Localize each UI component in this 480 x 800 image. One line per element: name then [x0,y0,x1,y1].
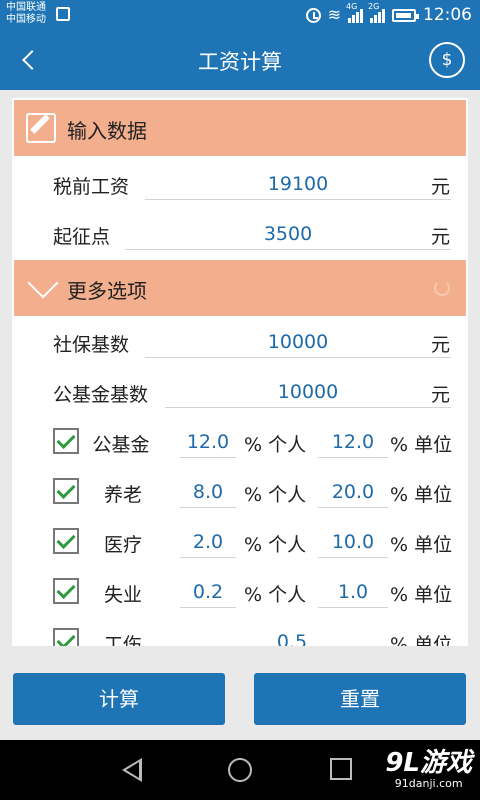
salary-row: 税前工资 19100 元 [12,164,468,204]
carrier-1: 中国联通 [6,2,46,13]
unemployment-checkbox[interactable] [53,578,79,604]
company-rate-input[interactable]: 12.0 [318,426,388,458]
alarm-icon [305,7,321,23]
salary-input[interactable]: 19100 [145,168,451,200]
personal-rate-unit: % 个人 [244,434,307,456]
network-type-1: 4G [346,2,358,11]
salary-unit: 元 [431,176,451,198]
status-time: 12:06 [423,5,472,25]
more-options-title: 更多选项 [67,279,147,303]
chevron-down-icon [27,267,59,299]
insurance-name: 失业 [103,584,142,606]
fund-base-row: 公基金基数 10000 元 [12,372,468,412]
wifi-icon: ≋ [327,5,341,24]
pension-checkbox[interactable] [53,478,79,504]
insurance-row-unemployment: 失业 0.2 % 个人 1.0 % 单位 [12,572,468,612]
app-bar: 工资计算 $ [0,30,480,90]
company-rate-unit: % 单位 [390,634,453,646]
refresh-icon[interactable] [434,280,450,296]
status-bar: 中国联通 中国移动 ≋ 4G 2G 12:06 [0,0,480,30]
company-rate-input[interactable]: 0.5 [242,626,342,646]
calculator-form: 输入数据 税前工资 19100 元 起征点 3500 元 更多选项 社保基数 1… [12,98,468,646]
injury-checkbox[interactable] [53,628,79,646]
reset-button[interactable]: 重置 [254,673,466,725]
personal-rate-input[interactable]: 8.0 [180,476,236,508]
signal-2-icon: 2G [368,2,385,23]
input-section-header: 输入数据 [14,100,466,156]
personal-rate-unit: % 个人 [244,584,307,606]
edit-icon [26,113,56,143]
network-type-2: 2G [368,2,380,11]
fund-base-label: 公基金基数 [53,384,149,406]
company-rate-unit: % 单位 [390,534,453,556]
company-rate-input[interactable]: 10.0 [318,526,388,558]
status-icons: ≋ 4G 2G 12:06 [305,2,472,27]
more-options-header[interactable]: 更多选项 [14,260,466,316]
threshold-label: 起征点 [53,226,111,248]
social-base-row: 社保基数 10000 元 [12,322,468,362]
nav-home-icon[interactable] [228,758,252,782]
insurance-name: 养老 [103,484,142,506]
watermark-brand: 9L游戏 [385,748,472,778]
personal-rate-input[interactable]: 2.0 [180,526,236,558]
nav-recent-apps-icon[interactable] [330,758,352,780]
threshold-unit: 元 [431,226,451,248]
threshold-row: 起征点 3500 元 [12,214,468,254]
company-rate-unit: % 单位 [390,484,453,506]
insurance-row-injury: 工伤 0.5 % 单位 [12,622,468,646]
personal-rate-unit: % 个人 [244,534,307,556]
insurance-name: 医疗 [103,534,142,556]
company-rate-input[interactable]: 20.0 [318,476,388,508]
company-rate-unit: % 单位 [390,584,453,606]
medical-checkbox[interactable] [53,528,79,554]
personal-rate-input[interactable]: 12.0 [180,426,236,458]
insurance-row-medical: 医疗 2.0 % 个人 10.0 % 单位 [12,522,468,562]
fund-base-input[interactable]: 10000 [165,376,451,408]
watermark: 9L游戏 91danji.com [385,748,472,790]
insurance-name: 公基金 [92,434,150,456]
navigation-bar: 9L游戏 91danji.com [0,740,480,800]
social-base-input[interactable]: 10000 [145,326,451,358]
watermark-url: 91danji.com [394,777,463,790]
image-notification-icon [56,7,70,21]
input-section-title: 输入数据 [67,119,147,143]
calculate-button[interactable]: 计算 [13,673,225,725]
personal-rate-input[interactable]: 0.2 [180,576,236,608]
insurance-row-fund: 公基金 12.0 % 个人 12.0 % 单位 [12,422,468,462]
battery-icon [392,8,419,22]
insurance-name: 工伤 [103,634,142,646]
salary-label: 税前工资 [53,176,130,198]
personal-rate-unit: % 个人 [244,484,307,506]
carrier-2: 中国移动 [6,14,46,25]
page-title: 工资计算 [198,50,282,74]
threshold-input[interactable]: 3500 [125,218,451,250]
carrier-info: 中国联通 中国移动 [6,2,46,26]
company-rate-unit: % 单位 [390,434,453,456]
company-rate-input[interactable]: 1.0 [318,576,388,608]
fund-base-unit: 元 [431,384,451,406]
fund-checkbox[interactable] [53,428,79,454]
social-base-label: 社保基数 [53,334,130,356]
nav-back-icon[interactable] [122,758,142,782]
dollar-icon[interactable]: $ [429,42,465,78]
insurance-row-pension: 养老 8.0 % 个人 20.0 % 单位 [12,472,468,512]
signal-1-icon: 4G [346,2,363,23]
social-base-unit: 元 [431,334,451,356]
